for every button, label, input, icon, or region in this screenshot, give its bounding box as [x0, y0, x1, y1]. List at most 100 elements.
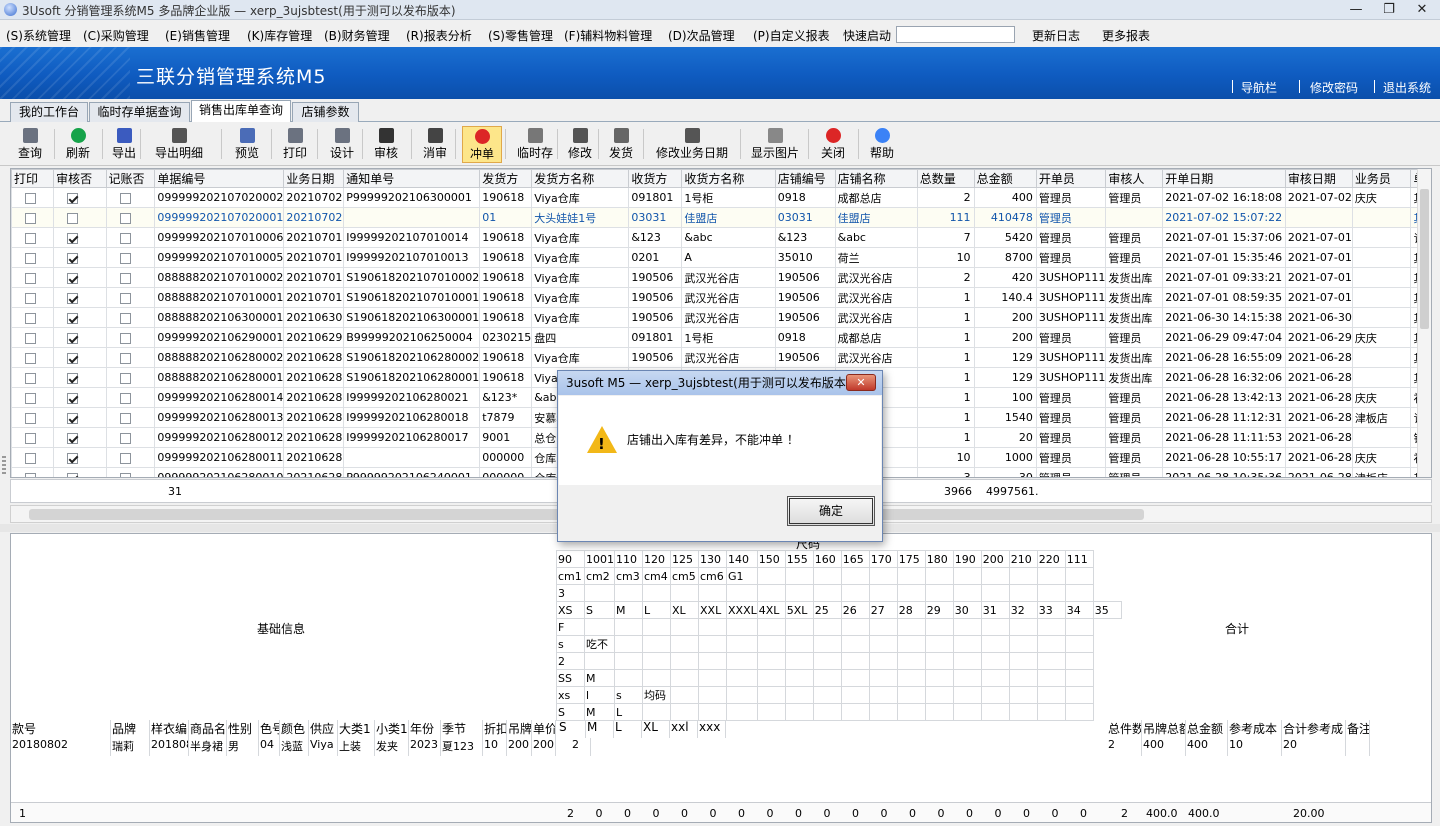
column-header[interactable]: 打印 — [11, 169, 55, 188]
checkbox-cell[interactable] — [11, 347, 55, 368]
table-row[interactable]: 099999202107020001 20210702 01 大头娃娃1号 03031 佳… — [11, 207, 1431, 228]
reviewed-checkbox[interactable] — [67, 452, 79, 464]
print-checkbox[interactable] — [25, 452, 36, 464]
checkbox-cell[interactable] — [53, 367, 107, 388]
checkbox-cell[interactable] — [11, 367, 55, 388]
table-row[interactable]: 088888202106300001 20210630 S1906182021063… — [11, 307, 1431, 328]
print-checkbox[interactable] — [25, 212, 36, 224]
table-row[interactable]: 088888202106280002 20210628 S1906182021062… — [11, 347, 1431, 368]
reviewed-checkbox[interactable] — [67, 292, 79, 304]
checkbox-cell[interactable] — [11, 447, 55, 468]
print-checkbox[interactable] — [25, 432, 36, 444]
reviewed-checkbox[interactable] — [67, 352, 79, 364]
tab-store-params[interactable]: 店铺参数 — [292, 102, 359, 122]
checkbox-cell[interactable] — [11, 227, 55, 248]
checkbox-cell[interactable] — [53, 247, 107, 268]
minimize-button[interactable]: — — [1341, 1, 1371, 19]
checkbox-cell[interactable] — [53, 227, 107, 248]
print-checkbox[interactable] — [25, 272, 36, 284]
checkbox-cell[interactable] — [11, 407, 55, 428]
print-checkbox[interactable] — [25, 252, 36, 264]
posted-checkbox[interactable] — [119, 412, 131, 424]
menu-materials[interactable]: (F)辅料物料管理 — [564, 27, 652, 44]
refresh-button[interactable]: 刷新 — [60, 126, 96, 163]
help-button[interactable]: 帮助 — [864, 126, 900, 163]
posted-checkbox[interactable] — [119, 452, 131, 464]
menu-defects[interactable]: (D)次品管理 — [668, 27, 735, 44]
checkbox-cell[interactable] — [11, 307, 55, 328]
checkbox-cell[interactable] — [105, 327, 156, 348]
print-checkbox[interactable] — [25, 392, 36, 404]
reviewed-checkbox[interactable] — [67, 252, 79, 264]
column-header[interactable]: 业务员 — [1351, 169, 1412, 188]
save-button[interactable]: 导出 — [108, 126, 140, 163]
table-row[interactable]: 088888202107010002 20210701 S1906182021070… — [11, 267, 1431, 288]
checkbox-cell[interactable] — [105, 247, 156, 268]
menu-finance[interactable]: (B)财务管理 — [324, 27, 390, 44]
posted-checkbox[interactable] — [119, 272, 131, 284]
checkbox-cell[interactable] — [105, 447, 156, 468]
reviewed-checkbox[interactable] — [67, 392, 79, 404]
tab-workbench[interactable]: 我的工作台 — [10, 102, 88, 122]
column-header[interactable]: 总数量 — [916, 169, 975, 188]
grid-vertical-scrollbar[interactable] — [1417, 169, 1431, 477]
posted-checkbox[interactable] — [119, 472, 131, 477]
search-button[interactable]: 查询 — [12, 126, 48, 163]
posted-checkbox[interactable] — [119, 332, 131, 344]
checkbox-cell[interactable] — [53, 267, 107, 288]
checkbox-cell[interactable] — [11, 187, 55, 208]
table-row[interactable]: 099999202107010005 20210701 I9999920210701… — [11, 247, 1431, 268]
change-password-link[interactable]: 修改密码 — [1310, 79, 1358, 96]
checkbox-cell[interactable] — [53, 347, 107, 368]
tab-temp-docs[interactable]: 临时存单据查询 — [89, 102, 190, 122]
checkbox-cell[interactable] — [11, 287, 55, 308]
reviewed-checkbox[interactable] — [67, 372, 79, 384]
menu-retail[interactable]: (S)零售管理 — [488, 27, 553, 44]
column-header[interactable]: 记账否 — [105, 169, 156, 188]
temp-save-button[interactable]: 临时存 — [511, 126, 559, 163]
checkbox-cell[interactable] — [105, 347, 156, 368]
posted-checkbox[interactable] — [119, 312, 131, 324]
posted-checkbox[interactable] — [119, 432, 131, 444]
checkbox-cell[interactable] — [105, 267, 156, 288]
table-row[interactable]: 099999202107020002 20210702 P9999920210630… — [11, 187, 1431, 208]
print-checkbox[interactable] — [25, 312, 36, 324]
print-checkbox[interactable] — [25, 292, 36, 304]
undo-button[interactable]: 消审 — [418, 126, 452, 163]
column-header[interactable]: 业务日期 — [283, 169, 345, 188]
print-checkbox[interactable] — [25, 472, 36, 477]
reviewed-checkbox[interactable] — [67, 192, 79, 204]
image-button[interactable]: 显示图片 — [746, 126, 804, 163]
close-button[interactable]: 关闭 — [815, 126, 851, 163]
print-checkbox[interactable] — [25, 192, 36, 204]
checkbox-cell[interactable] — [11, 327, 55, 348]
posted-checkbox[interactable] — [119, 392, 131, 404]
edit-button[interactable]: 修改 — [563, 126, 597, 163]
quickstart-input[interactable] — [896, 26, 1015, 43]
column-header[interactable]: 审核日期 — [1284, 169, 1353, 188]
reviewed-checkbox[interactable] — [67, 272, 79, 284]
reviewed-checkbox[interactable] — [67, 212, 79, 224]
reviewed-checkbox[interactable] — [67, 332, 79, 344]
resize-grip[interactable] — [2, 456, 6, 474]
checkbox-cell[interactable] — [105, 207, 156, 228]
print-checkbox[interactable] — [25, 232, 36, 244]
checkbox-cell[interactable] — [53, 427, 107, 448]
print-checkbox[interactable] — [25, 412, 36, 424]
menu-sales[interactable]: (E)销售管理 — [165, 27, 230, 44]
export-detail-button[interactable]: 导出明细 — [146, 126, 212, 163]
table-row[interactable]: 088888202107010001 20210701 S1906182021070… — [11, 287, 1431, 308]
checkbox-cell[interactable] — [53, 307, 107, 328]
checkbox-cell[interactable] — [11, 207, 55, 228]
menu-more-reports[interactable]: 更多报表 — [1102, 27, 1150, 44]
checkbox-cell[interactable] — [105, 367, 156, 388]
checkbox-cell[interactable] — [53, 207, 107, 228]
checkbox-cell[interactable] — [53, 407, 107, 428]
checkbox-cell[interactable] — [53, 467, 107, 477]
grid-vertical-scroll-thumb[interactable] — [1420, 189, 1429, 329]
print-button[interactable]: 打印 — [278, 126, 312, 163]
preview-button[interactable]: 预览 — [228, 126, 266, 163]
checkbox-cell[interactable] — [53, 387, 107, 408]
checkbox-cell[interactable] — [105, 187, 156, 208]
menu-inventory[interactable]: (K)库存管理 — [247, 27, 312, 44]
